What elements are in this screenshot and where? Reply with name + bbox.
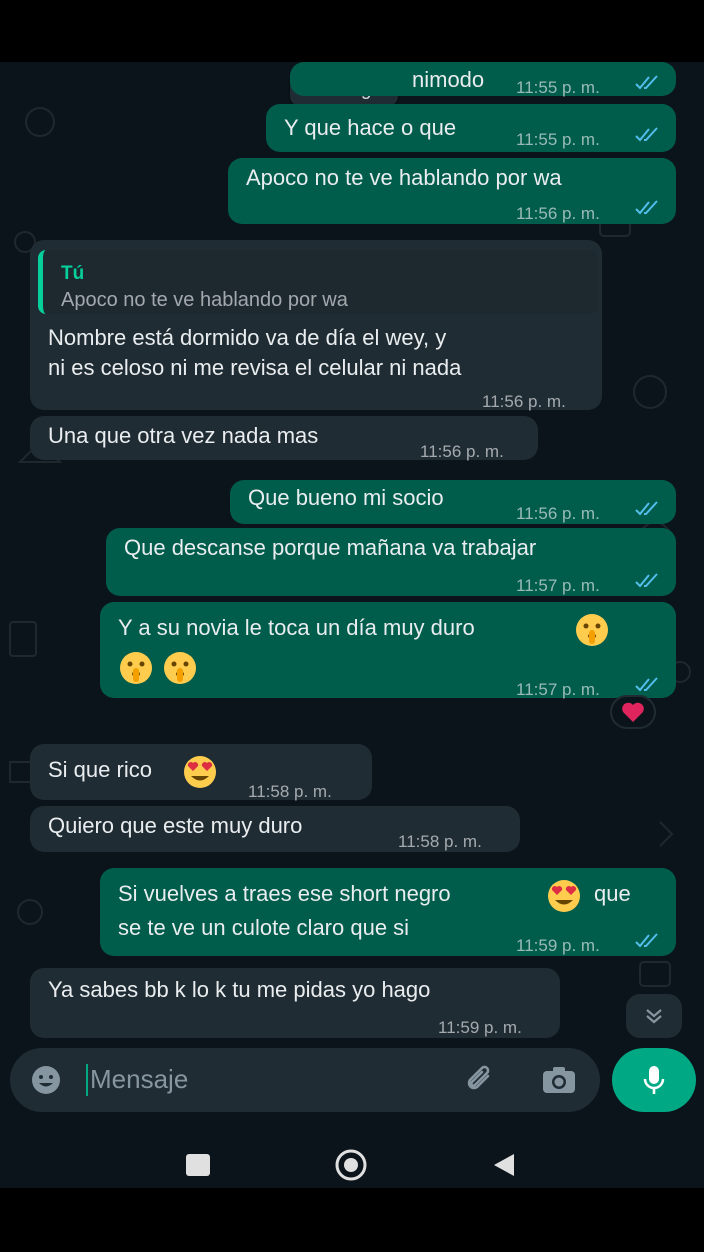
message-text: Apoco no te ve hablando por wa [246,165,562,190]
read-ticks-icon [635,573,658,588]
message-text-line-1-end: que [594,881,631,906]
quote-text: Apoco no te ve hablando por wa [61,289,348,311]
message-time: 11:55 p. m. [516,78,600,97]
message-outgoing[interactable]: Que descanse porque mañana va trabajar 1… [106,528,676,596]
message-outgoing[interactable]: Apoco no te ve hablando por wa 11:56 p. … [228,158,676,224]
back-button[interactable] [490,1152,518,1178]
message-outgoing[interactable]: Y que hace o que 11:55 p. m. [266,104,676,152]
mic-icon [643,1066,665,1094]
read-ticks-icon [635,75,658,90]
attach-icon[interactable] [462,1062,498,1098]
heart-eyes-face-icon [548,880,580,912]
red-heart-icon [622,702,644,722]
camera-icon[interactable] [540,1062,578,1098]
message-text: nimodo [412,67,485,92]
shushing-face-icon [164,652,196,684]
read-ticks-icon [635,501,658,516]
message-text-line-1: Si vuelves a traes ese short negro [118,881,451,906]
message-time: 11:58 p. m. [398,832,482,851]
message-incoming[interactable]: Si que rico 11:58 p. m. [30,744,372,801]
message-text: Y a su novia le toca un día muy duro [118,615,475,640]
message-outgoing[interactable]: Si vuelves a traes ese short negro que s… [100,868,676,956]
emoji-icon[interactable] [28,1062,64,1098]
message-text: Que bueno mi socio [248,485,444,510]
message-composer[interactable]: Mensaje [10,1048,600,1112]
message-input[interactable]: Mensaje [90,1064,188,1095]
message-outgoing[interactable]: nimodo 11:55 p. m. [290,62,676,97]
text-cursor [86,1064,88,1096]
message-time: 11:59 p. m. [438,1018,522,1037]
read-ticks-icon [635,200,658,215]
message-time: 11:56 p. m. [516,204,600,223]
message-outgoing[interactable]: Que bueno mi socio 11:56 p. m. [230,480,676,524]
heart-eyes-face-icon [184,756,216,788]
message-time: 11:58 p. m. [248,782,332,801]
message-incoming-reply[interactable]: Tú Apoco no te ve hablando por wa Nombre… [30,240,602,411]
message-incoming[interactable]: Ya sabes bb k lo k tu me pidas yo hago 1… [30,968,560,1038]
read-ticks-icon [635,933,658,948]
voice-message-button[interactable] [612,1048,696,1112]
recents-button[interactable] [186,1154,210,1176]
message-time: 11:57 p. m. [516,680,600,699]
message-time: 11:56 p. m. [420,442,504,461]
shushing-face-icon [576,614,608,646]
read-ticks-icon [635,677,658,692]
message-text: Que descanse porque mañana va trabajar [124,535,537,560]
back-triangle-icon [494,1154,514,1176]
message-incoming[interactable]: Quiero que este muy duro 11:58 p. m. [30,806,520,852]
message-text-line-2: ni es celoso ni me revisa el celular ni … [48,355,462,380]
chat-screen: Domingo nimodo 11:55 p. m. Y que hace o … [0,62,704,1188]
reaction-badge[interactable] [610,695,656,729]
message-text: Y que hace o que [284,115,457,140]
message-text: Una que otra vez nada mas [48,423,319,448]
read-ticks-icon [635,127,658,142]
double-chevron-down-icon [646,1009,662,1024]
scroll-to-bottom-button[interactable] [626,994,682,1038]
message-time: 11:56 p. m. [516,504,600,523]
quoted-message[interactable]: Tú Apoco no te ve hablando por wa [38,250,598,314]
home-circle-icon [335,1149,367,1181]
message-incoming[interactable]: Una que otra vez nada mas 11:56 p. m. [30,416,538,461]
message-text: Ya sabes bb k lo k tu me pidas yo hago [48,977,431,1002]
shushing-face-icon [120,652,152,684]
android-navigation-bar [0,1149,704,1252]
message-outgoing[interactable]: Y a su novia le toca un día muy duro 11:… [100,602,676,699]
message-text: Si que rico [48,757,152,782]
message-time: 11:57 p. m. [516,576,600,595]
message-time: 11:59 p. m. [516,936,600,955]
message-text-line-1: Nombre está dormido va de día el wey, y [48,325,447,350]
message-text-line-2: se te ve un culote claro que si [118,915,410,940]
message-text: Quiero que este muy duro [48,813,303,838]
message-time: 11:56 p. m. [482,392,566,411]
home-button[interactable] [334,1148,368,1182]
message-time: 11:55 p. m. [516,130,600,149]
